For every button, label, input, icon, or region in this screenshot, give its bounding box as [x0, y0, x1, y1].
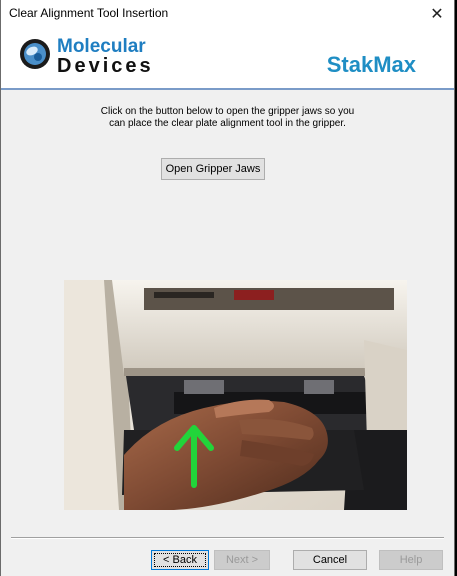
footer-divider-highlight	[11, 538, 444, 539]
next-button[interactable]: Next >	[214, 550, 270, 570]
logo-text-devices: Devices	[57, 55, 154, 77]
gripper-photo	[64, 280, 407, 510]
instruction-text: Click on the button below to open the gr…	[1, 106, 454, 130]
molecular-devices-logo-icon	[20, 39, 50, 69]
product-name: StakMax	[326, 52, 416, 77]
help-button[interactable]: Help	[379, 550, 443, 570]
window-title: Clear Alignment Tool Insertion	[9, 6, 169, 20]
header-divider	[1, 88, 454, 90]
header-banner: Molecular Devices StakMax	[1, 28, 454, 88]
title-bar: Clear Alignment Tool Insertion ✕	[1, 0, 454, 28]
instruction-line-1: Click on the button below to open the gr…	[100, 106, 355, 117]
open-gripper-jaws-button[interactable]: Open Gripper Jaws	[161, 158, 265, 180]
instruction-line-2: can place the clear plate alignment tool…	[109, 118, 346, 129]
wizard-dialog: Clear Alignment Tool Insertion ✕ Molecul…	[0, 0, 455, 576]
back-button[interactable]: < Back	[151, 550, 209, 570]
cancel-button[interactable]: Cancel	[293, 550, 367, 570]
close-icon[interactable]: ✕	[420, 0, 454, 28]
